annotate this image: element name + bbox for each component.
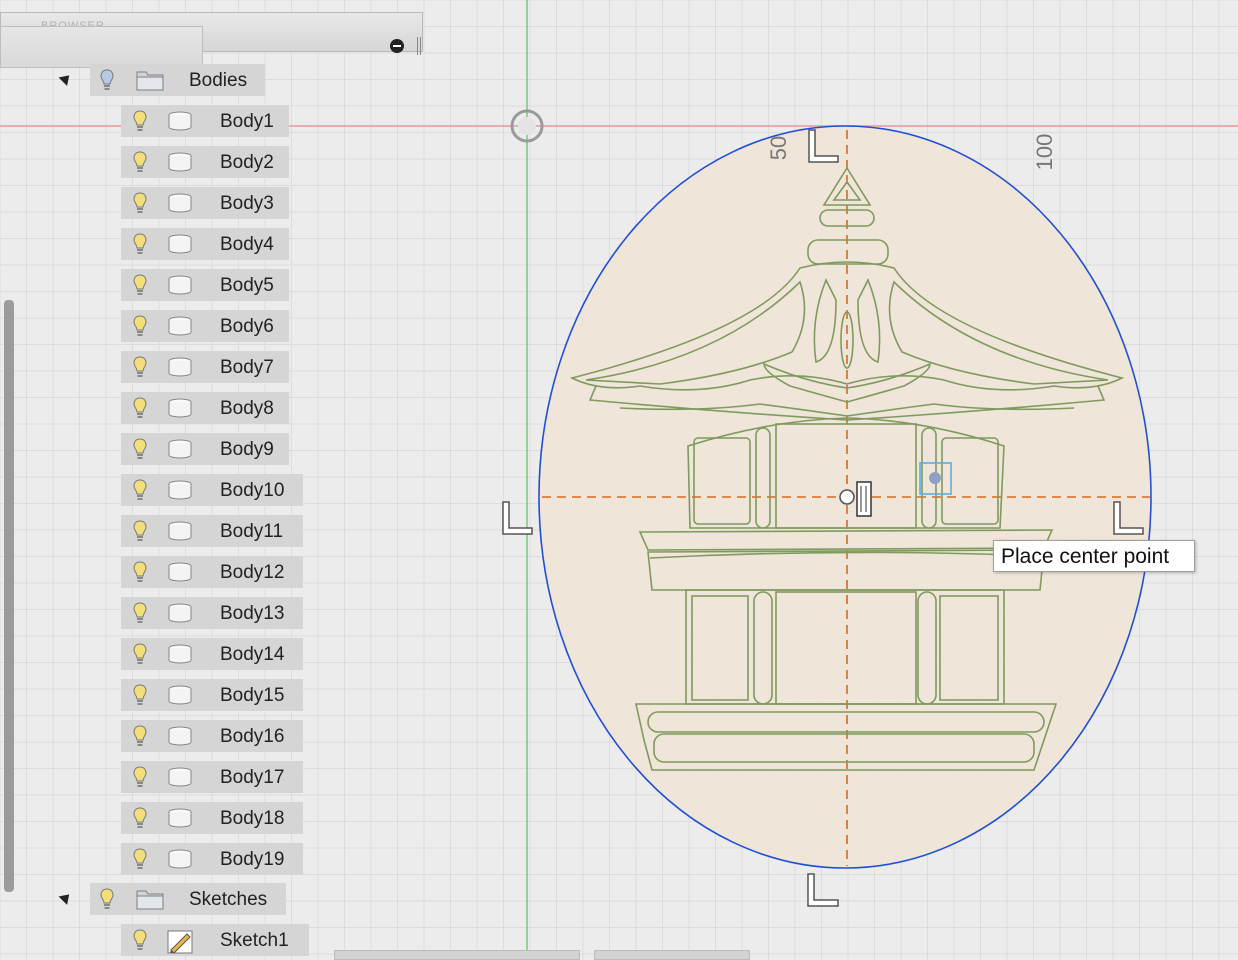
body-row[interactable]: Body13 [121, 597, 303, 629]
body-row[interactable]: Body11 [121, 515, 303, 547]
body-icon [167, 275, 193, 295]
body-row-label: Body19 [220, 849, 285, 870]
folder-row[interactable]: Bodies [90, 64, 265, 96]
body-icon [167, 849, 193, 869]
lightbulb-icon[interactable] [133, 520, 147, 542]
body-row[interactable]: Body14 [121, 638, 303, 670]
body-icon [167, 685, 193, 705]
folder-label: Bodies [189, 70, 248, 91]
body-row-label: Body1 [220, 111, 274, 132]
body-icon [167, 726, 193, 746]
body-row-label: Body5 [220, 275, 274, 296]
body-icon [167, 767, 193, 787]
body-icon [167, 808, 193, 828]
body-row-label: Body11 [220, 521, 284, 542]
folder-icon [136, 888, 164, 910]
body-row-label: Body8 [220, 398, 274, 419]
lightbulb-icon[interactable] [133, 479, 147, 501]
lightbulb-icon[interactable] [133, 561, 147, 583]
body-row-label: Body17 [220, 767, 285, 788]
body-row-label: Body12 [220, 562, 285, 583]
body-row-label: Body7 [220, 357, 274, 378]
axis-label-100: 100 [1032, 134, 1057, 171]
body-row-label: Body14 [220, 644, 285, 665]
body-row-label: Body4 [220, 234, 274, 255]
lightbulb-icon[interactable] [133, 315, 147, 337]
body-row[interactable]: Body6 [121, 310, 289, 342]
body-row-label: Body15 [220, 685, 285, 706]
body-row[interactable]: Body12 [121, 556, 303, 588]
body-row[interactable]: Body5 [121, 269, 289, 301]
lightbulb-icon[interactable] [133, 929, 147, 951]
body-row[interactable]: Body16 [121, 720, 303, 752]
body-row[interactable]: Body18 [121, 802, 303, 834]
body-row-label: Body6 [220, 316, 274, 337]
body-row-label: Body10 [220, 480, 285, 501]
sketch-icon [167, 930, 193, 954]
cursor-icon [856, 481, 872, 517]
lightbulb-icon[interactable] [133, 192, 147, 214]
lightbulb-icon[interactable] [133, 151, 147, 173]
body-row[interactable]: Body1 [121, 105, 289, 137]
center-point-marker[interactable] [839, 489, 855, 505]
body-icon [167, 439, 193, 459]
body-row-label: Body2 [220, 152, 274, 173]
body-icon [167, 193, 193, 213]
body-icon [167, 111, 193, 131]
lightbulb-icon[interactable] [133, 684, 147, 706]
body-icon [167, 316, 193, 336]
body-row-label: Body16 [220, 726, 285, 747]
body-icon [167, 521, 193, 541]
body-icon [167, 644, 193, 664]
lightbulb-icon[interactable] [133, 356, 147, 378]
body-row[interactable]: Body17 [121, 761, 303, 793]
body-row[interactable]: Body10 [121, 474, 303, 506]
body-icon [167, 357, 193, 377]
folder-icon [136, 69, 164, 91]
lightbulb-icon[interactable] [133, 848, 147, 870]
body-row-label: Body9 [220, 439, 274, 460]
lightbulb-icon[interactable] [100, 69, 114, 91]
lightbulb-icon[interactable] [133, 602, 147, 624]
body-icon [167, 398, 193, 418]
body-row[interactable]: Body19 [121, 843, 303, 875]
body-icon [167, 603, 193, 623]
lightbulb-icon[interactable] [133, 110, 147, 132]
lightbulb-icon[interactable] [133, 233, 147, 255]
lightbulb-icon[interactable] [133, 766, 147, 788]
body-row-label: Body18 [220, 808, 285, 829]
axis-label-50: 50 [766, 136, 791, 160]
bottom-toolbar-tab[interactable] [334, 950, 580, 960]
body-row[interactable]: Body2 [121, 146, 289, 178]
sketch-row[interactable]: Sketch1 [121, 924, 309, 956]
body-row-label: Body3 [220, 193, 274, 214]
body-row[interactable]: Body7 [121, 351, 289, 383]
bottom-toolbar-tab-2[interactable] [594, 950, 750, 960]
sketch-row-label: Sketch1 [220, 930, 289, 951]
body-icon [167, 562, 193, 582]
body-row-label: Body13 [220, 603, 285, 624]
browser-panel-subheader [0, 26, 203, 68]
lightbulb-icon[interactable] [100, 888, 114, 910]
folder-row[interactable]: Sketches [90, 883, 286, 915]
panel-grip-icon[interactable] [417, 37, 421, 55]
body-icon [167, 234, 193, 254]
lightbulb-icon[interactable] [133, 438, 147, 460]
body-icon [167, 152, 193, 172]
lightbulb-icon[interactable] [133, 397, 147, 419]
lightbulb-icon[interactable] [133, 725, 147, 747]
body-row[interactable]: Body3 [121, 187, 289, 219]
lightbulb-icon[interactable] [133, 807, 147, 829]
body-row[interactable]: Body4 [121, 228, 289, 260]
lightbulb-icon[interactable] [133, 274, 147, 296]
tooltip: Place center point [993, 540, 1195, 572]
folder-label: Sketches [189, 889, 268, 910]
collapse-icon[interactable] [390, 39, 404, 53]
body-icon [167, 480, 193, 500]
body-row[interactable]: Body15 [121, 679, 303, 711]
body-row[interactable]: Body9 [121, 433, 289, 465]
browser-scrollbar[interactable] [4, 300, 14, 892]
lightbulb-icon[interactable] [133, 643, 147, 665]
body-row[interactable]: Body8 [121, 392, 289, 424]
